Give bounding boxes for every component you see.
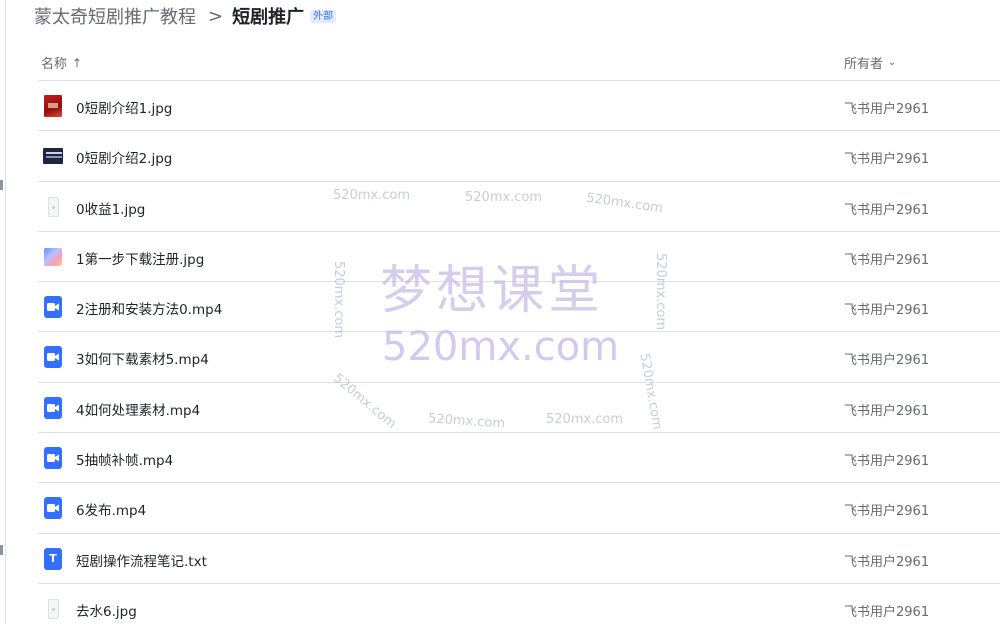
name-column-header[interactable]: 名称 ↑ <box>41 53 83 73</box>
file-name[interactable]: 短剧操作流程笔记.txt <box>76 550 207 570</box>
breadcrumb-root-folder[interactable]: 蒙太奇短剧推广教程 <box>34 3 196 29</box>
file-row[interactable]: 0短剧介绍2.jpg 飞书用户2961 <box>38 131 1000 182</box>
image-thumbnail-icon <box>43 196 63 218</box>
edge-mark <box>0 180 3 190</box>
breadcrumb: 蒙太奇短剧推广教程 > 短剧推广 外部 <box>34 2 337 30</box>
text-file-icon: T <box>43 547 63 570</box>
breadcrumb-separator-icon: > <box>208 5 224 27</box>
file-owner: 飞书用户2961 <box>844 202 930 218</box>
video-file-icon <box>43 346 63 369</box>
file-name[interactable]: 4如何处理素材.mp4 <box>76 399 200 419</box>
chevron-down-icon: ⌄ <box>888 57 897 68</box>
video-file-icon <box>43 447 63 470</box>
image-thumbnail-icon <box>43 145 63 167</box>
file-row[interactable]: 5抽帧补帧.mp4 飞书用户2961 <box>38 433 1000 484</box>
file-owner: 飞书用户2961 <box>844 102 930 117</box>
image-thumbnail-icon <box>43 598 63 620</box>
file-list: 名称 ↑ 所有者 ⌄ 0短剧介绍1.jpg 飞书用户2961 0短剧介绍2.jp… <box>38 42 1000 624</box>
file-row[interactable]: 0收益1.jpg 飞书用户2961 <box>38 182 1000 232</box>
video-file-icon <box>43 497 63 520</box>
image-thumbnail-icon <box>43 95 63 117</box>
owner-column-header[interactable]: 所有者 ⌄ <box>844 53 896 72</box>
file-list-header: 名称 ↑ 所有者 ⌄ <box>38 42 1000 81</box>
file-owner: 飞书用户2961 <box>844 504 930 520</box>
file-owner: 飞书用户2961 <box>844 252 930 268</box>
file-owner: 飞书用户2961 <box>844 152 930 168</box>
file-owner: 飞书用户2961 <box>844 403 930 419</box>
file-name[interactable]: 0收益1.jpg <box>76 198 145 218</box>
external-tag: 外部 <box>310 9 337 23</box>
file-row[interactable]: 6发布.mp4 飞书用户2961 <box>38 483 1000 534</box>
file-name[interactable]: 5抽帧补帧.mp4 <box>76 449 173 469</box>
file-owner: 飞书用户2961 <box>844 604 930 620</box>
file-name[interactable]: 0短剧介绍2.jpg <box>76 147 172 167</box>
name-column-label: 名称 <box>41 57 68 72</box>
image-thumbnail-icon <box>43 246 63 268</box>
video-file-icon <box>43 396 63 419</box>
owner-column-label: 所有者 <box>844 57 884 72</box>
arrow-up-icon: ↑ <box>72 55 83 70</box>
file-name[interactable]: 6发布.mp4 <box>76 499 146 519</box>
file-row[interactable]: 3如何下载素材5.mp4 飞书用户2961 <box>38 332 1000 383</box>
file-owner: 飞书用户2961 <box>844 303 930 319</box>
file-row[interactable]: 2注册和安装方法0.mp4 飞书用户2961 <box>38 282 1000 333</box>
file-owner: 飞书用户2961 <box>844 554 930 570</box>
file-row[interactable]: 去水6.jpg 飞书用户2961 <box>38 584 1000 624</box>
file-name[interactable]: 0短剧介绍1.jpg <box>76 97 172 117</box>
video-file-icon <box>43 296 63 319</box>
breadcrumb-current-folder: 短剧推广 <box>232 7 305 28</box>
file-row[interactable]: 1第一步下载注册.jpg 飞书用户2961 <box>38 232 1000 283</box>
file-name[interactable]: 去水6.jpg <box>76 600 137 620</box>
file-row[interactable]: 4如何处理素材.mp4 飞书用户2961 <box>38 383 1000 434</box>
left-window-edge <box>0 0 6 624</box>
file-name[interactable]: 2注册和安装方法0.mp4 <box>76 298 222 318</box>
file-name[interactable]: 1第一步下载注册.jpg <box>76 248 204 268</box>
file-row[interactable]: T 短剧操作流程笔记.txt 飞书用户2961 <box>38 534 1000 584</box>
file-row[interactable]: 0短剧介绍1.jpg 飞书用户2961 <box>38 81 1000 132</box>
edge-mark <box>0 545 3 555</box>
file-name[interactable]: 3如何下载素材5.mp4 <box>76 348 209 368</box>
file-owner: 飞书用户2961 <box>844 454 930 470</box>
file-owner: 飞书用户2961 <box>844 353 930 369</box>
